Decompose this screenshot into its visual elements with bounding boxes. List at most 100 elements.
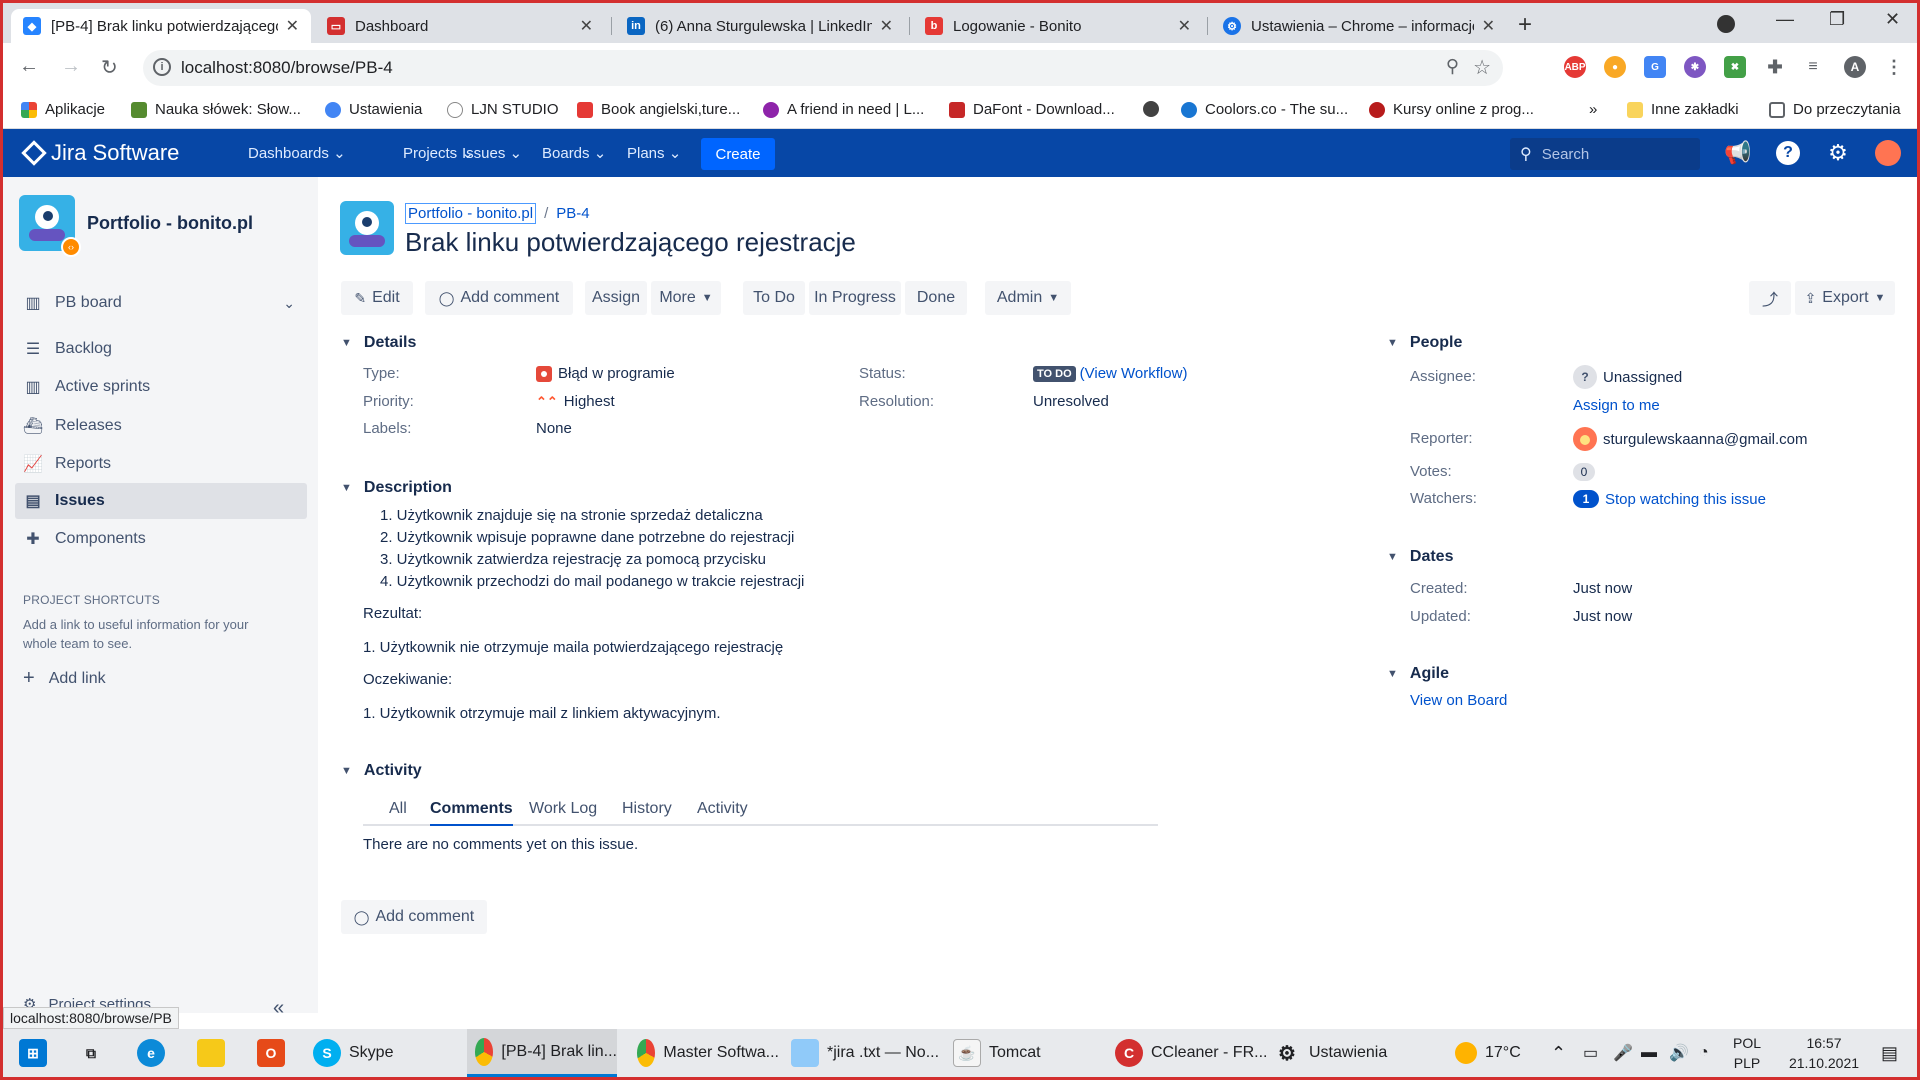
bookmark-item[interactable] <box>1143 101 1167 117</box>
back-button[interactable]: ← <box>19 55 39 78</box>
translate-icon[interactable]: G <box>1644 56 1666 78</box>
browser-tab-dashboard[interactable]: ▭ Dashboard ✕ <box>315 9 605 43</box>
activity-section-toggle[interactable]: ▼ Activity <box>341 762 422 780</box>
clock[interactable]: 16:57 21.10.2021 <box>1779 1033 1869 1073</box>
sidebar-item-active-sprints[interactable]: ▥ Active sprints <box>15 369 307 405</box>
omnibox[interactable]: i localhost:8080/browse/PB-4 ⚲ ☆ <box>143 50 1503 86</box>
browser-tab-settings[interactable]: ⚙ Ustawienia – Chrome – informacje ✕ <box>1211 9 1507 43</box>
start-button[interactable]: ⊞ <box>19 1029 55 1077</box>
profile-avatar[interactable]: A <box>1844 56 1866 78</box>
taskbar-app-notepad[interactable]: *jira .txt — No... <box>791 1029 939 1077</box>
dates-section-toggle[interactable]: ▼ Dates <box>1387 548 1453 566</box>
bookmark-item[interactable]: DaFont - Download... <box>949 101 1115 118</box>
close-icon[interactable]: ✕ <box>880 16 893 36</box>
issue-title[interactable]: Brak linku potwierdzającego rejestracje <box>405 227 856 258</box>
office-taskbar-button[interactable]: O <box>257 1029 293 1077</box>
minimize-button[interactable]: — <box>1776 9 1794 30</box>
export-button[interactable]: ⇪ Export ▼ <box>1795 281 1895 315</box>
other-bookmarks-folder[interactable]: Inne zakładki <box>1627 101 1739 118</box>
taskbar-app-tomcat[interactable]: ☕ Tomcat <box>953 1029 1041 1077</box>
puzzle-icon[interactable]: ✚ <box>1764 56 1786 78</box>
sidebar-item-reports[interactable]: 📈 Reports <box>15 446 307 482</box>
taskbar-app-settings[interactable]: ⚙ Ustawienia <box>1273 1029 1387 1077</box>
nav-issues[interactable]: Issues ⌄ <box>462 144 522 162</box>
tab-search-icon[interactable] <box>1717 15 1735 33</box>
browser-tab-jira-issue[interactable]: ◆ [PB-4] Brak linku potwierdzającego ✕ <box>11 9 311 43</box>
extension-icon[interactable]: ✱ <box>1684 56 1706 78</box>
browser-tab-bonito[interactable]: b Logowanie - Bonito ✕ <box>913 9 1203 43</box>
nav-dashboards[interactable]: Dashboards ⌄ <box>248 144 346 162</box>
add-comment-button[interactable]: ◯ Add comment <box>425 281 573 315</box>
bookmark-item[interactable]: Nauka słówek: Słow... <box>131 101 301 118</box>
admin-button[interactable]: Admin ▼ <box>985 281 1071 315</box>
weather-widget[interactable]: 17°C <box>1455 1029 1521 1077</box>
edge-taskbar-button[interactable]: e <box>137 1029 173 1077</box>
description-section-toggle[interactable]: ▼ Description <box>341 479 452 497</box>
close-icon[interactable]: ✕ <box>286 16 299 36</box>
taskbar-app-ccleaner[interactable]: C CCleaner - FR... <box>1115 1029 1267 1077</box>
forward-button[interactable]: → <box>61 55 81 78</box>
tab-history[interactable]: History <box>622 800 672 818</box>
close-icon[interactable]: ✕ <box>580 16 593 36</box>
add-comment-bottom-button[interactable]: ◯ Add comment <box>341 900 487 934</box>
sidebar-item-backlog[interactable]: ☰ Backlog <box>15 331 307 367</box>
battery-icon[interactable]: ▬ <box>1641 1029 1657 1077</box>
notifications-icon[interactable]: ▤ <box>1881 1029 1898 1077</box>
transition-in-progress-button[interactable]: In Progress <box>809 281 901 315</box>
reporter-value[interactable]: sturgulewskaanna@gmail.com <box>1573 427 1808 451</box>
bookmark-item[interactable]: LJN STUDIO <box>447 101 559 118</box>
tray-app-icon[interactable]: ▭ <box>1583 1029 1598 1077</box>
reading-list-icon[interactable]: ≡ <box>1802 56 1824 78</box>
jira-logo[interactable]: Jira Software <box>21 140 179 166</box>
collapse-sidebar-button[interactable]: « <box>273 997 284 1020</box>
sticky-notes-taskbar-button[interactable] <box>197 1029 233 1077</box>
tab-work-log[interactable]: Work Log <box>529 800 597 818</box>
tab-all[interactable]: All <box>389 800 407 818</box>
view-on-board-link[interactable]: View on Board <box>1410 692 1507 709</box>
board-selector[interactable]: ▥ PB board ⌄ <box>15 285 307 321</box>
zoom-icon[interactable]: ⚲ <box>1446 56 1459 77</box>
assign-button[interactable]: Assign <box>585 281 647 315</box>
nav-plans[interactable]: Plans ⌄ <box>627 144 681 162</box>
sidebar-item-issues[interactable]: ▤ Issues <box>15 483 307 519</box>
sidebar-item-components[interactable]: ✚ Components <box>15 521 307 557</box>
bookmark-item[interactable]: A friend in need | L... <box>763 101 924 118</box>
breadcrumb-issue-key[interactable]: PB-4 <box>556 205 589 222</box>
close-icon[interactable]: ✕ <box>1482 16 1495 36</box>
create-button[interactable]: Create <box>701 138 775 170</box>
close-window-button[interactable]: ✕ <box>1885 9 1900 30</box>
share-button[interactable]: ⤴ <box>1749 281 1791 315</box>
transition-done-button[interactable]: Done <box>905 281 967 315</box>
bookmarks-overflow-button[interactable]: » <box>1589 101 1597 118</box>
view-workflow-link[interactable]: (View Workflow) <box>1080 365 1188 382</box>
tray-expand-icon[interactable]: ⌃ <box>1551 1029 1566 1077</box>
help-icon[interactable]: ? <box>1775 140 1801 166</box>
extension-icon[interactable]: ● <box>1604 56 1626 78</box>
reload-button[interactable]: ↻ <box>101 55 118 80</box>
notifications-megaphone-icon[interactable]: 📢 <box>1724 140 1751 166</box>
assignee-value[interactable]: ? Unassigned <box>1573 365 1682 389</box>
transition-todo-button[interactable]: To Do <box>743 281 805 315</box>
kebab-menu-icon[interactable]: ⋮ <box>1883 56 1905 78</box>
edit-button[interactable]: ✎ Edit <box>341 281 413 315</box>
tab-activity[interactable]: Activity <box>697 800 748 818</box>
microphone-icon[interactable]: 🎤 <box>1613 1029 1633 1077</box>
wifi-icon[interactable]: ◔ <box>1699 1029 1709 1077</box>
bookmark-item[interactable]: Coolors.co - The su... <box>1181 101 1348 118</box>
bookmark-item[interactable]: Book angielski,ture... <box>577 101 740 118</box>
bookmark-star-icon[interactable]: ☆ <box>1473 55 1491 80</box>
gear-icon[interactable]: ⚙ <box>1825 140 1851 166</box>
people-section-toggle[interactable]: ▼ People <box>1387 334 1462 352</box>
browser-tab-linkedin[interactable]: in (6) Anna Sturgulewska | LinkedIn ✕ <box>615 9 905 43</box>
search-input[interactable]: ⚲ Search <box>1510 138 1700 170</box>
taskbar-app-skype[interactable]: S Skype <box>313 1029 393 1077</box>
more-button[interactable]: More ▼ <box>651 281 721 315</box>
site-info-icon[interactable]: i <box>153 58 171 76</box>
details-section-toggle[interactable]: ▼ Details <box>341 334 416 352</box>
url-text[interactable]: localhost:8080/browse/PB-4 <box>181 58 393 78</box>
taskbar-app-chrome-jira[interactable]: [PB-4] Brak lin... <box>467 1029 617 1077</box>
taskbar-app-chrome-master[interactable]: Master Softwa... <box>629 1029 779 1077</box>
language-indicator[interactable]: POL PLP <box>1733 1033 1761 1073</box>
volume-icon[interactable]: 🔊 <box>1669 1029 1689 1077</box>
add-link-button[interactable]: + Add link <box>23 667 106 690</box>
